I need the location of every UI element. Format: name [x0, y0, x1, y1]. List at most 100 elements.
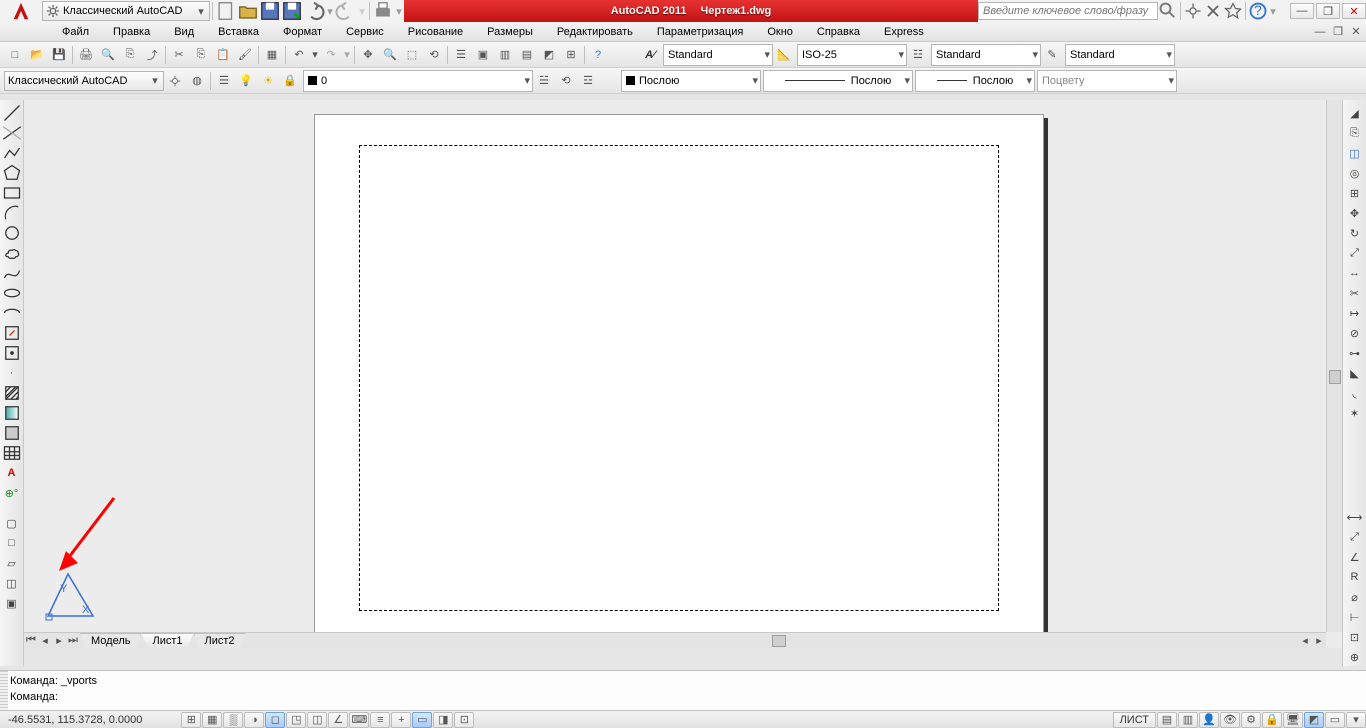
tablestyle-combo[interactable]: Standard▾ [931, 44, 1041, 66]
drawing-area[interactable]: Y X ⏮ ◂ ▸ ⏭ Модель Лист1 Лист2 ◂ ▸ [24, 100, 1342, 648]
layer-on-icon[interactable]: 💡 [235, 70, 257, 92]
ltype-combo[interactable]: Послою▾ [763, 70, 913, 92]
menu-file[interactable]: Файл [50, 22, 101, 42]
copy2-icon[interactable]: ⎘ [1345, 124, 1365, 142]
ortho-button[interactable]: ▒ [223, 712, 243, 728]
tablestyle-icon[interactable]: ☳ [907, 44, 929, 66]
add-selected-icon[interactable]: ⊕° [2, 484, 22, 502]
insert-block-icon[interactable] [2, 324, 22, 342]
menu-view[interactable]: Вид [162, 22, 206, 42]
spline-icon[interactable] [2, 264, 22, 282]
lwt-button[interactable]: ≡ [370, 712, 390, 728]
hscroll-right-icon[interactable]: ▸ [1312, 634, 1326, 648]
extend-icon[interactable]: ↦ [1345, 304, 1365, 322]
region-icon[interactable] [2, 424, 22, 442]
tab-sheet2[interactable]: Лист2 [194, 633, 246, 649]
star-icon[interactable] [1223, 1, 1243, 21]
qv-dwg-icon[interactable]: ▥ [1178, 712, 1198, 728]
prop-icon[interactable]: ☰ [450, 44, 472, 66]
preview-icon[interactable]: 🔍 [97, 44, 119, 66]
matchprop-icon[interactable]: 🖌 [234, 44, 256, 66]
help-dd[interactable]: ▾ [1268, 1, 1278, 21]
vscroll-thumb[interactable] [1329, 370, 1341, 384]
redo-icon[interactable]: ↷ [320, 44, 342, 66]
color-combo[interactable]: Послою▾ [621, 70, 761, 92]
iso-icon[interactable]: ◩ [1304, 712, 1324, 728]
sc-button[interactable]: ▭ [412, 712, 432, 728]
array-icon[interactable]: ⊞ [1345, 184, 1365, 202]
dyn-button[interactable]: ⌨ [349, 712, 369, 728]
block-icon[interactable]: ▦ [261, 44, 283, 66]
qat-undo-icon[interactable] [303, 0, 325, 22]
dim-ord-icon[interactable]: ⊢ [1345, 608, 1365, 626]
arc-icon[interactable] [2, 204, 22, 222]
new-file-icon[interactable]: □ [4, 44, 26, 66]
layer-lock-icon[interactable]: 🔒 [279, 70, 301, 92]
qat-redo-dd[interactable]: ▾ [357, 0, 367, 22]
qat-print-icon[interactable] [372, 0, 394, 22]
fillet-icon[interactable]: ◟ [1345, 384, 1365, 402]
ducs-button[interactable]: ∠ [328, 712, 348, 728]
line-icon[interactable] [2, 104, 22, 122]
polar-button[interactable]: ◑ [244, 712, 264, 728]
layer-iso-icon[interactable]: ☲ [577, 70, 599, 92]
workspace-combo[interactable]: Классический AutoCAD ▾ [42, 1, 210, 21]
workspace2-combo[interactable]: Классический AutoCAD▾ [4, 71, 164, 91]
ws-btn-icon[interactable]: ⚙ [1241, 712, 1261, 728]
hardware-icon[interactable]: 🖥 [1283, 712, 1303, 728]
help2-icon[interactable]: ? [587, 44, 609, 66]
layer-prev-icon[interactable]: ⟲ [555, 70, 577, 92]
qp-button[interactable]: + [391, 712, 411, 728]
menu-dim[interactable]: Размеры [475, 22, 545, 42]
ellipse-arc-icon[interactable] [2, 304, 22, 322]
cut-icon[interactable]: ✂ [168, 44, 190, 66]
gradient-icon[interactable] [2, 404, 22, 422]
join-icon[interactable]: ⊶ [1345, 344, 1365, 362]
lock-ui-icon[interactable]: 🔒 [1262, 712, 1282, 728]
zoom-real-icon[interactable]: 🔍 [379, 44, 401, 66]
layer-freeze-icon[interactable]: ☀ [257, 70, 279, 92]
osnap-button[interactable]: ◻ [265, 712, 285, 728]
vport-obj-icon[interactable]: ◫ [2, 574, 22, 592]
ann-vis-icon[interactable]: 👁 [1220, 712, 1240, 728]
undo-dd-icon[interactable]: ▾ [310, 44, 320, 66]
dimstyle-combo[interactable]: ISO-25▾ [797, 44, 907, 66]
tray-dd-icon[interactable]: ▾ [1346, 712, 1366, 728]
tray-button[interactable]: ◨ [433, 712, 453, 728]
pan-icon[interactable]: ✥ [357, 44, 379, 66]
chamfer-icon[interactable]: ◣ [1345, 364, 1365, 382]
dim-tol-icon[interactable]: ⊡ [1345, 628, 1365, 646]
tab-last-icon[interactable]: ⏭ [66, 634, 80, 648]
publish-icon[interactable]: ⎘ [119, 44, 141, 66]
dc-icon[interactable]: ▣ [472, 44, 494, 66]
make-block-icon[interactable] [2, 344, 22, 362]
paste-icon[interactable]: 📋 [212, 44, 234, 66]
qat-saveas-icon[interactable] [281, 0, 303, 22]
menu-param[interactable]: Параметризация [645, 22, 755, 42]
dim-linear-icon[interactable]: ⟷ [1345, 508, 1365, 526]
mirror-icon[interactable]: ◫ [1345, 144, 1365, 162]
search-input[interactable] [978, 2, 1158, 20]
doc-restore-icon[interactable]: ❐ [1330, 25, 1346, 39]
rect-icon[interactable] [2, 184, 22, 202]
qv-layouts-icon[interactable]: ▤ [1157, 712, 1177, 728]
layermgr-icon[interactable]: ☰ [213, 70, 235, 92]
break-icon[interactable]: ⊘ [1345, 324, 1365, 342]
window-restore-button[interactable]: ❐ [1316, 3, 1340, 19]
dim-center-icon[interactable]: ⊕ [1345, 648, 1365, 666]
print-icon[interactable]: 🖨 [75, 44, 97, 66]
rotate-icon[interactable]: ↻ [1345, 224, 1365, 242]
menu-modify[interactable]: Редактировать [545, 22, 645, 42]
layout-toggle[interactable]: ЛИСТ [1113, 712, 1156, 728]
vport-single-icon[interactable]: □ [2, 534, 22, 552]
mtext-icon[interactable]: A [2, 464, 22, 482]
x-top-icon[interactable] [1203, 1, 1223, 21]
otrack-button[interactable]: ◫ [307, 712, 327, 728]
mleaderstyle-combo[interactable]: Standard▾ [1065, 44, 1175, 66]
dim-dia-icon[interactable]: ⌀ [1345, 588, 1365, 606]
hatch-icon[interactable] [2, 384, 22, 402]
ws-toggle-icon[interactable]: ◍ [186, 70, 208, 92]
qat-undo-dd[interactable]: ▾ [325, 0, 335, 22]
open-file-icon[interactable]: 📂 [26, 44, 48, 66]
layer-state-icon[interactable]: ☱ [533, 70, 555, 92]
